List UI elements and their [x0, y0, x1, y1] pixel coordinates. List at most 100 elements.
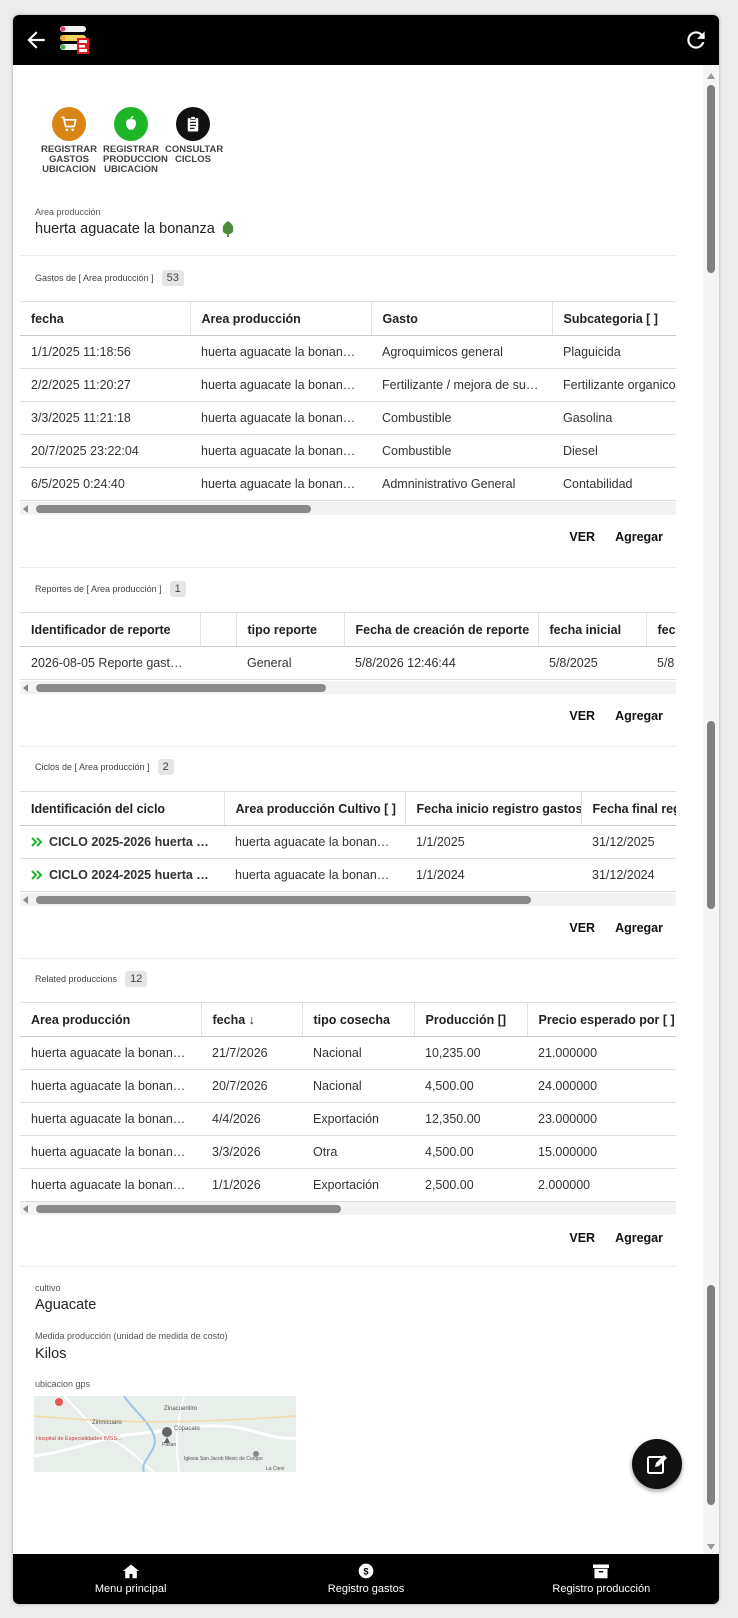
column-header[interactable]: Area producción Cultivo [ ]: [224, 791, 406, 826]
table-row[interactable]: 3/3/2025 11:21:18 huerta aguacate la bona…: [20, 401, 676, 435]
column-header[interactable]: Subcategoria [ ]: [552, 301, 676, 336]
table-row[interactable]: huerta aguacate la bonanza 4/4/2026 Export…: [20, 1102, 676, 1136]
column-header[interactable]: [200, 612, 237, 647]
map-label: La Cieni: [266, 1466, 284, 1472]
table-row[interactable]: CICLO 2024-2025 huerta de agu... huerta a…: [20, 858, 676, 892]
table-row[interactable]: 1/1/2025 11:18:56 huerta aguacate la bona…: [20, 335, 676, 369]
table-row[interactable]: huerta aguacate la bonanza 20/7/2026 Nacio…: [20, 1069, 676, 1103]
map-label: Zirimicuaro: [92, 1420, 122, 1426]
cell-text: 2,500.00: [425, 1178, 474, 1192]
cell-text: 1/1/2024: [416, 868, 465, 882]
scroll-thumb[interactable]: [707, 85, 715, 273]
scroll-thumb[interactable]: [36, 684, 326, 692]
column-header[interactable]: Fecha de creación de reporte: [344, 612, 539, 647]
table-row[interactable]: 2026-08-05 Reporte gastos 7 General 5/8/20…: [20, 646, 676, 680]
scroll-down-icon[interactable]: [707, 1544, 715, 1550]
register-production-action[interactable]: REGISTRAR PRODUCCION UBICACION: [103, 107, 168, 175]
gastos-agregar-button[interactable]: Agregar: [615, 530, 663, 544]
gastos-hscrollbar[interactable]: [20, 502, 676, 515]
table-row[interactable]: huerta aguacate la bonanza 21/7/2026 Nacio…: [20, 1036, 676, 1070]
refresh-icon[interactable]: [683, 27, 709, 53]
table-row[interactable]: huerta aguacate la bonanza 1/1/2026 Export…: [20, 1168, 676, 1202]
table-cell: huerta aguacate la bonanza: [20, 1102, 201, 1136]
cell-text: huerta aguacate la bonanza: [31, 1178, 186, 1192]
column-header[interactable]: tipo reporte: [236, 612, 345, 647]
gastos-title: Gastos de [ Area producción ]: [35, 273, 154, 283]
cell-text: 24.000000: [538, 1079, 598, 1093]
ciclos-hscrollbar[interactable]: [20, 893, 676, 906]
table-cell: huerta aguacate la bonanza: [224, 825, 405, 859]
vertical-scrollbar[interactable]: [703, 65, 719, 1554]
tree-icon: [361, 478, 369, 490]
column-header[interactable]: Area producción: [20, 1002, 202, 1037]
table-cell: 2/2/2025 11:20:27: [20, 368, 190, 402]
cell-text: huerta aguacate la bonanza: [201, 345, 356, 359]
ciclos-agregar-button[interactable]: Agregar: [615, 921, 663, 935]
scroll-thumb[interactable]: [36, 1205, 341, 1213]
cell-text: 4/4/2026: [212, 1112, 261, 1126]
cell-text: 5/8: [657, 656, 675, 670]
cell-text: CICLO 2025-2026 huerta de agu...: [49, 835, 224, 849]
cell-text: huerta aguacate la bonanza: [31, 1145, 186, 1159]
table-row[interactable]: huerta aguacate la bonanza 3/3/2026 Otra 4,…: [20, 1135, 676, 1169]
consult-cycles-action[interactable]: CONSULTAR CICLOS: [165, 107, 223, 175]
column-header[interactable]: Gasto: [371, 301, 553, 336]
gps-map[interactable]: Zinacuentiro Zirimicuaro Copacato Pasan …: [34, 1396, 296, 1472]
nav-menu-principal[interactable]: Menu principal: [13, 1554, 248, 1604]
scroll-thumb-tertiary[interactable]: [707, 1285, 715, 1505]
reportes-agregar-button[interactable]: Agregar: [615, 709, 663, 723]
table-cell: huerta aguacate la bonanza: [190, 401, 371, 435]
table-cell: 4/4/2026: [201, 1102, 302, 1136]
nav-registro-produccion[interactable]: Registro producción: [484, 1554, 719, 1604]
reportes-hscrollbar[interactable]: [20, 681, 676, 694]
scroll-left-icon[interactable]: [23, 505, 28, 513]
scroll-thumb[interactable]: [36, 896, 531, 904]
ciclos-title: Ciclos de [ Area producción ]: [35, 762, 150, 772]
edit-icon: [647, 1455, 667, 1474]
column-header[interactable]: Area producción: [190, 301, 372, 336]
column-header[interactable]: Precio esperado por [ ]: [527, 1002, 676, 1037]
table-row[interactable]: 6/5/2025 0:24:40 huerta aguacate la bonan…: [20, 467, 676, 501]
map-label: Hospital de Especialidades IMSS...: [36, 1436, 122, 1442]
cell-text: 31/12/2025: [592, 835, 655, 849]
scroll-up-icon[interactable]: [707, 73, 715, 79]
producciones-hscrollbar[interactable]: [20, 1202, 676, 1215]
map-label: Copacato: [174, 1426, 200, 1432]
producciones-agregar-button[interactable]: Agregar: [615, 1231, 663, 1245]
scroll-left-icon[interactable]: [23, 1205, 28, 1213]
double-chevron-icon: [31, 837, 43, 847]
edit-fab-button[interactable]: [632, 1439, 682, 1489]
gastos-ver-button[interactable]: VER: [569, 530, 595, 544]
back-arrow-icon[interactable]: [23, 27, 49, 53]
nav-registro-gastos[interactable]: $ Registro gastos: [248, 1554, 483, 1604]
register-expenses-action[interactable]: REGISTRAR GASTOS UBICACION: [41, 107, 97, 175]
column-header[interactable]: Identificador de reporte: [20, 612, 201, 647]
column-header[interactable]: fecha: [20, 301, 191, 336]
column-header[interactable]: Identificación del ciclo: [20, 791, 225, 826]
scroll-thumb-secondary[interactable]: [707, 721, 715, 909]
ciclos-actions: VER Agregar: [569, 921, 663, 935]
scroll-thumb[interactable]: [36, 505, 311, 513]
column-header[interactable]: Producción []: [414, 1002, 528, 1037]
table-row[interactable]: 2/2/2025 11:20:27 huerta aguacate la bona…: [20, 368, 676, 402]
column-header[interactable]: fecha inicial: [538, 612, 647, 647]
gastos-count-badge: 53: [161, 270, 184, 286]
table-cell: Nacional: [302, 1069, 414, 1103]
scroll-left-icon[interactable]: [23, 896, 28, 904]
cell-text: huerta aguacate la bonanza: [201, 444, 356, 458]
producciones-title: Related produccions: [35, 974, 118, 984]
detail-scroll-area[interactable]: REGISTRAR GASTOS UBICACION REGISTRAR PRO…: [13, 65, 719, 1554]
ciclos-ver-button[interactable]: VER: [569, 921, 595, 935]
table-row[interactable]: 20/7/2025 23:22:04 huerta aguacate la bon…: [20, 434, 676, 468]
column-header[interactable]: fecha ↓: [201, 1002, 303, 1037]
producciones-table: Area producción fecha ↓ tipo cosecha Produc…: [20, 1002, 676, 1202]
producciones-ver-button[interactable]: VER: [569, 1231, 595, 1245]
column-header[interactable]: fech: [646, 612, 676, 647]
scroll-left-icon[interactable]: [23, 684, 28, 692]
column-header[interactable]: Fecha inicio registro gastos: [405, 791, 582, 826]
cell-text: Fertilizante organico: [563, 378, 676, 392]
column-header[interactable]: tipo cosecha: [302, 1002, 415, 1037]
reportes-ver-button[interactable]: VER: [569, 709, 595, 723]
table-row[interactable]: CICLO 2025-2026 huerta de agu... huerta a…: [20, 825, 676, 859]
column-header[interactable]: Fecha final regis: [581, 791, 676, 826]
